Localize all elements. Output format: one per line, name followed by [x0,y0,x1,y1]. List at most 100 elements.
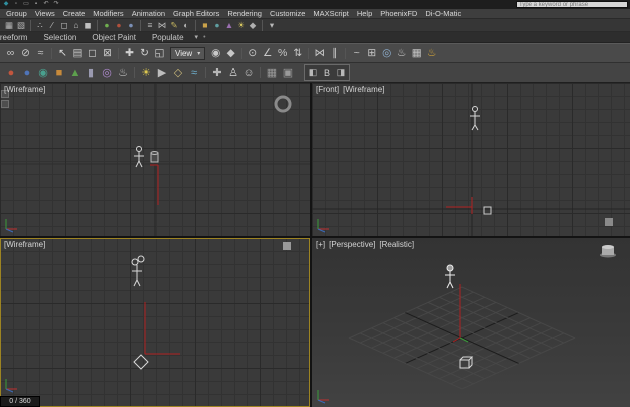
select-rotate-icon[interactable]: ↻ [137,46,152,61]
viewport-bottom-left-active[interactable]: [Wireframe] [0,238,310,407]
element-mode-icon[interactable]: ◼ [82,20,94,31]
biped-icon[interactable]: ♙ [225,65,241,81]
select-object-icon[interactable]: ↖ [55,46,70,61]
select-scale-icon[interactable]: ◱ [152,46,167,61]
cylinder-icon[interactable]: ▮ [83,65,99,81]
render-production-icon[interactable]: ♨ [424,46,439,61]
shelf-group-icon-b[interactable]: B [320,66,334,80]
reference-coordinate-dropdown[interactable]: View ▾ [170,47,205,60]
unlink-selection-icon[interactable]: ⊘ [18,46,33,61]
viewport-menu-label[interactable]: [+] [316,240,325,249]
select-manipulate-icon[interactable]: ◆ [223,46,238,61]
border-mode-icon[interactable]: ◻ [58,20,70,31]
snaps-toggle-icon[interactable]: ⊙ [245,46,260,61]
viewport-perspective[interactable]: [+] [Perspective] [Realistic] [312,238,630,407]
viewport-shading-label[interactable]: [Wireframe] [4,240,45,249]
editpoly-icon[interactable]: ▧ [15,20,27,31]
box-icon[interactable]: ■ [51,65,67,81]
camera-icon[interactable]: ▶ [154,65,170,81]
select-and-link-icon[interactable]: ∞ [3,46,18,61]
polygon-mode-icon[interactable]: ⌂ [70,20,82,31]
curve-editor-icon[interactable]: ~ [349,46,364,61]
infocenter-search-input[interactable] [516,1,628,8]
menu-views[interactable]: Views [31,9,59,18]
light-icon[interactable]: ☀ [138,65,154,81]
use-pivot-center-icon[interactable]: ◉ [208,46,223,61]
preview-off-icon[interactable]: ● [113,20,125,31]
cone-icon[interactable]: ▲ [67,65,83,81]
edge-mode-icon[interactable]: ∕ [46,20,58,31]
selection-region-icon[interactable]: ◻ [85,46,100,61]
bone-icon[interactable]: ✚ [209,65,225,81]
ribbon-minimize-icon[interactable]: ▾ [192,33,202,41]
camera-create-icon[interactable]: ◆ [247,20,259,31]
menu-phoenixfd[interactable]: PhoenixFD [376,9,421,18]
menu-di-o-matic[interactable]: Di-O-Matic [421,9,465,18]
cone-create-icon[interactable]: ▲ [223,20,235,31]
menu-modifiers[interactable]: Modifiers [89,9,127,18]
new-file-icon[interactable]: ▫ [12,1,20,9]
teapot-icon[interactable]: ♨ [115,65,131,81]
spinner-snap-icon[interactable]: ⇅ [290,46,305,61]
menu-group[interactable]: Group [2,9,31,18]
material-editor-icon[interactable]: ◎ [379,46,394,61]
viewport-view-label[interactable]: [Perspective] [329,240,375,249]
schematic-view-icon[interactable]: ⊞ [364,46,379,61]
menu-maxscript[interactable]: MAXScript [309,9,352,18]
align-icon[interactable]: ∥ [327,46,342,61]
menu-help[interactable]: Help [353,9,376,18]
redo-icon[interactable]: ↷ [52,1,60,9]
rendered-frame-icon[interactable]: ▦ [409,46,424,61]
menu-graph-editors[interactable]: Graph Editors [169,9,223,18]
shelf-group-icon-c[interactable]: ◨ [334,66,348,80]
mirror-tool-icon[interactable]: ⋈ [156,20,168,31]
paint-deform-icon[interactable]: ✎ [168,20,180,31]
undo-icon[interactable]: ↶ [42,1,50,9]
menu-animation[interactable]: Animation [128,9,169,18]
tab-populate[interactable]: Populate [144,33,192,42]
soft-selection-icon[interactable]: ◐ [180,20,192,31]
geosphere-icon[interactable]: ◉ [35,65,51,81]
torus-icon[interactable]: ◎ [99,65,115,81]
save-file-icon[interactable]: ▪ [32,1,40,9]
menu-rendering[interactable]: Rendering [223,9,266,18]
menu-create[interactable]: Create [59,9,90,18]
modifier-list-icon[interactable]: ≡ [144,20,156,31]
vertex-mode-icon[interactable]: ∴ [34,20,46,31]
shelf-group-icon-a[interactable]: ◧ [306,66,320,80]
tab-selection[interactable]: Selection [35,33,84,42]
shaded-sphere-icon[interactable]: ● [125,20,137,31]
polymodeling-icon[interactable]: ▦ [3,20,15,31]
viewport-shading-label[interactable]: [Wireframe] [4,85,45,94]
preview-on-icon[interactable]: ● [101,20,113,31]
viewport-shading-label[interactable]: [Realistic] [379,240,414,249]
percent-snap-icon[interactable]: % [275,46,290,61]
app-logo-icon[interactable]: ◆ [2,1,10,9]
tab-object-paint[interactable]: Object Paint [84,33,144,42]
select-move-icon[interactable]: ✚ [122,46,137,61]
layout-tab-icon[interactable] [1,100,9,108]
render-setup-icon[interactable]: ♨ [394,46,409,61]
angle-snap-icon[interactable]: ∠ [260,46,275,61]
grid-helper-icon[interactable]: ▦ [264,65,280,81]
viewport-view-label[interactable]: [Front] [316,85,339,94]
menu-customize[interactable]: Customize [266,9,309,18]
light-create-icon[interactable]: ☀ [235,20,247,31]
sphere-standard-icon[interactable]: ● [3,65,19,81]
chevron-down-icon[interactable]: ▾ [266,20,278,31]
population-icon[interactable]: ☺ [241,65,257,81]
select-by-name-icon[interactable]: ▤ [70,46,85,61]
open-file-icon[interactable]: ▭ [22,1,30,9]
sphere-create-icon[interactable]: ● [211,20,223,31]
window-crossing-icon[interactable]: ⊠ [100,46,115,61]
viewport-shading-label[interactable]: [Wireframe] [343,85,384,94]
viewport-front[interactable]: [Front] [Wireframe] [312,83,630,236]
helper-icon[interactable]: ◇ [170,65,186,81]
bind-spacewarp-icon[interactable]: ≈ [33,46,48,61]
tab-freeform[interactable]: Freeform [0,33,35,42]
container-icon[interactable]: ▣ [280,65,296,81]
box-create-icon[interactable]: ■ [199,20,211,31]
spacewarp-icon[interactable]: ≈ [186,65,202,81]
mirror-icon[interactable]: ⋈ [312,46,327,61]
sphere-blue-icon[interactable]: ● [19,65,35,81]
